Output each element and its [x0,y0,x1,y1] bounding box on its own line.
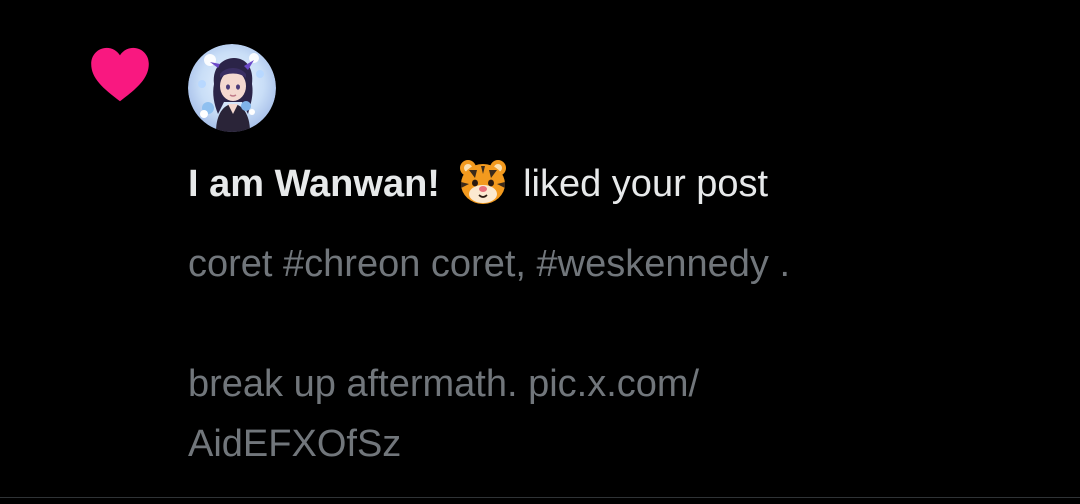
post-line-blank [188,294,1048,354]
action-text: liked your post [523,163,769,205]
like-notification[interactable]: I am Wanwan! liked your post coret #chre… [0,0,1080,498]
post-line: AidEFXOfSz [188,423,402,465]
user-avatar[interactable] [188,44,276,132]
post-preview[interactable]: coret #chreon coret, #weskennedy . break… [188,234,1048,474]
divider [0,497,1080,498]
user-name[interactable]: I am Wanwan! [188,163,440,205]
post-line: coret #chreon coret, #weskennedy . [188,243,791,285]
post-line: break up aftermath. pic.x.com/ [188,363,700,405]
notification-headline: I am Wanwan! liked your post [188,160,1048,208]
tiger-face-emoji [459,160,506,204]
heart-icon [91,47,149,102]
